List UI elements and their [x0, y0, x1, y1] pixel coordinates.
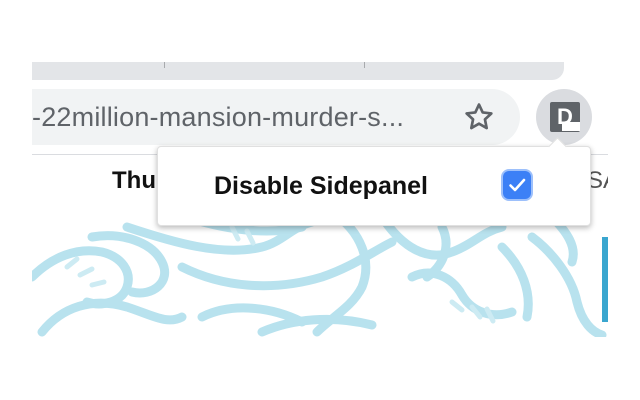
toolbar: -22million-mansion-murder-s... D	[32, 80, 608, 154]
url-text[interactable]: -22million-mansion-murder-s...	[32, 89, 444, 145]
tab-strip-background[interactable]	[32, 62, 564, 80]
star-icon[interactable]	[462, 100, 496, 134]
extension-popup: Disable Sidepanel	[157, 137, 591, 226]
extension-badge	[562, 122, 580, 131]
extension-button[interactable]: D	[536, 89, 592, 145]
disable-sidepanel-label[interactable]: Disable Sidepanel	[214, 147, 428, 225]
tab-separator	[164, 62, 165, 68]
address-bar[interactable]: -22million-mansion-murder-s...	[32, 89, 520, 145]
tab-strip	[32, 62, 608, 80]
background-illustration	[32, 207, 607, 337]
tab-separator	[364, 62, 365, 68]
bookmark-item[interactable]: Thu	[112, 155, 156, 207]
disable-sidepanel-checkbox[interactable]	[503, 171, 531, 199]
page-side-bar	[602, 237, 608, 322]
check-icon	[509, 178, 526, 192]
page-content	[32, 207, 608, 337]
